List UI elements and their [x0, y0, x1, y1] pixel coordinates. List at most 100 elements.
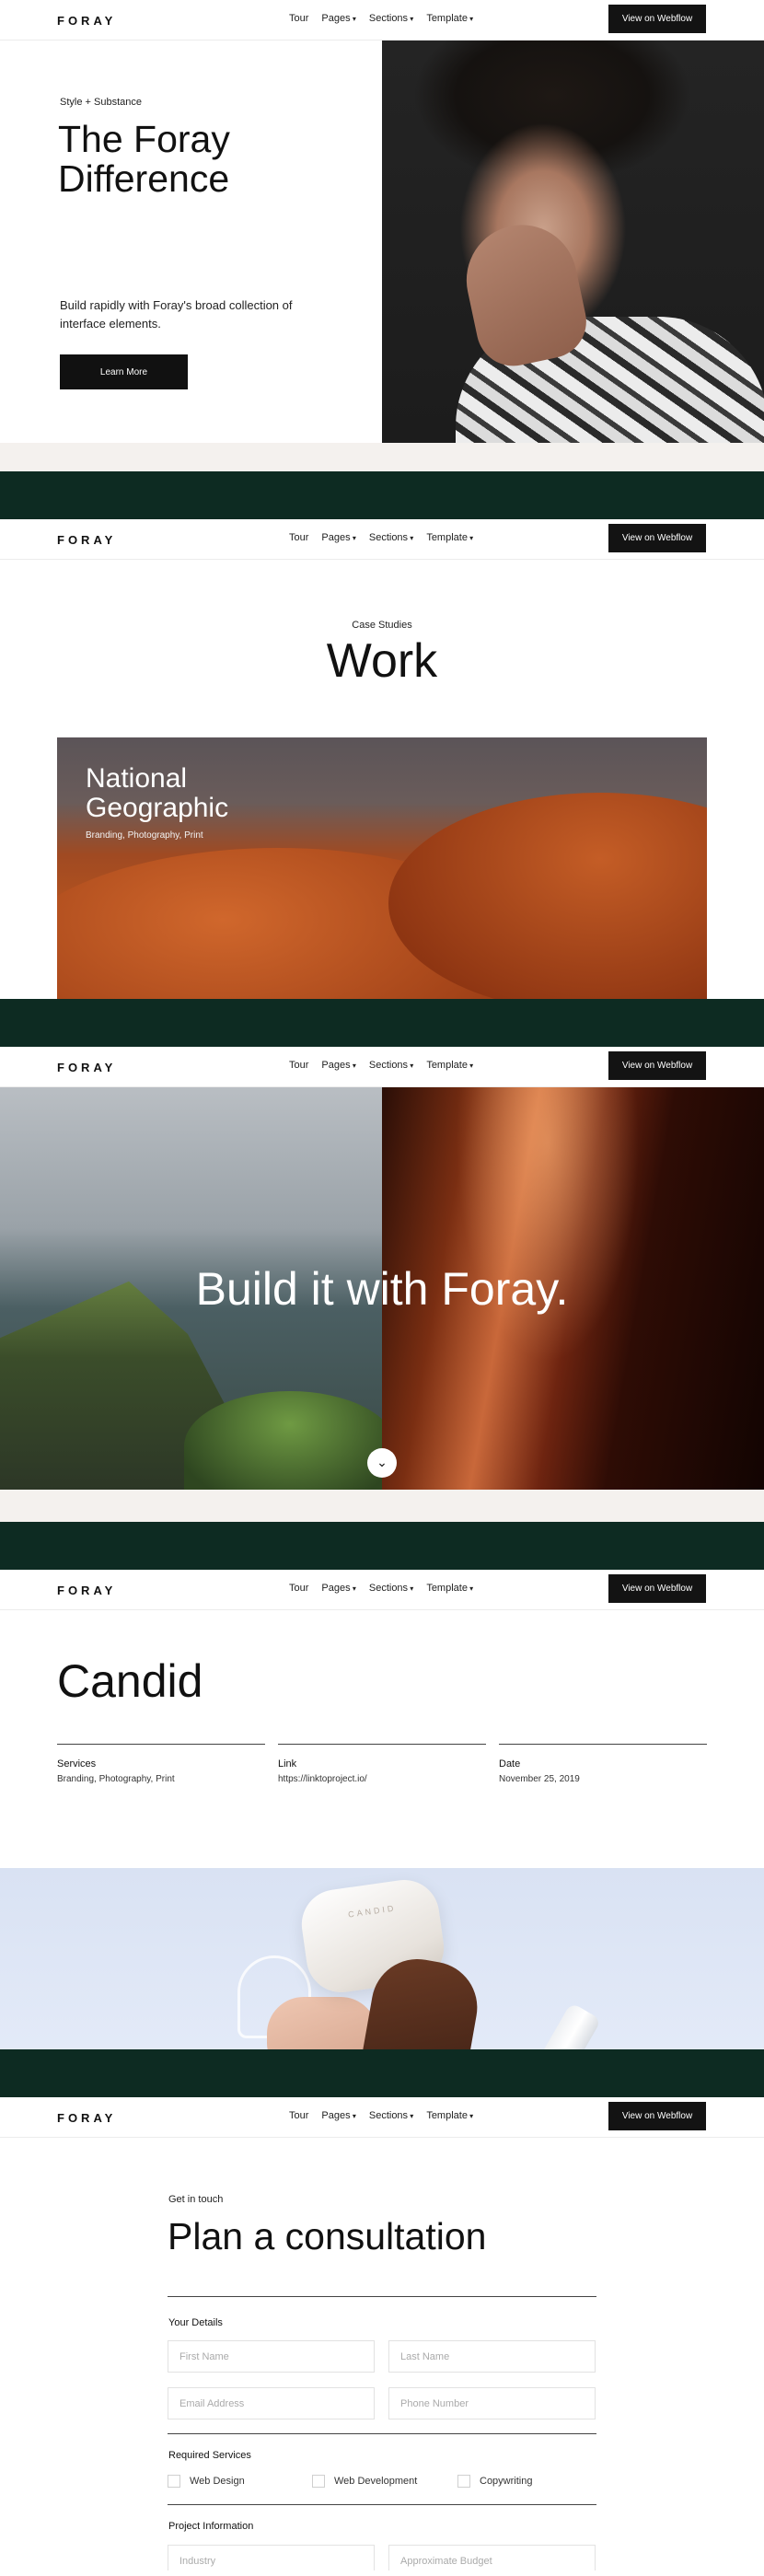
build-headline: Build it with Foray. [195, 1263, 569, 1315]
chevron-down-icon: ⌄ [376, 1456, 388, 1470]
hero-text: Style + Substance The Foray Difference B… [0, 41, 382, 443]
hero-portrait-image [382, 41, 764, 443]
nav-link-template[interactable]: Template [426, 1060, 473, 1071]
work-section: Case Studies Work National Geographic Br… [0, 560, 764, 999]
checkbox-label: Copywriting [480, 2476, 533, 2487]
nav-link-tour[interactable]: Tour [289, 13, 308, 24]
work-eyebrow: Case Studies [352, 620, 412, 631]
hero-description: Build rapidly with Foray's broad collect… [60, 298, 293, 331]
learn-more-button[interactable]: Learn More [60, 354, 188, 389]
first-name-field[interactable]: First Name [168, 2340, 375, 2373]
nav-link-tour[interactable]: Tour [289, 1583, 308, 1594]
required-services-label: Required Services [168, 2450, 251, 2461]
logo[interactable]: FORAY [57, 2111, 116, 2125]
view-on-webflow-button[interactable]: View on Webflow [608, 1051, 706, 1080]
nav-link-sections[interactable]: Sections [369, 532, 413, 543]
detail-label: Services [57, 1758, 97, 1770]
hand-shape [267, 1997, 377, 2049]
contact-section: Get in touch Plan a consultation Your De… [0, 2138, 764, 2570]
detail-label: Link [278, 1758, 297, 1770]
nav-link-pages[interactable]: Pages [321, 2110, 355, 2121]
portrait-hand [456, 215, 594, 373]
hero-eyebrow: Style + Substance [60, 97, 142, 108]
divider-band [0, 1522, 764, 1570]
checkbox[interactable] [168, 2475, 180, 2488]
project-title: Candid [57, 1655, 203, 1707]
section-spacer [0, 1490, 764, 1522]
nav-link-template[interactable]: Template [426, 13, 473, 24]
checkbox-label: Web Design [190, 2476, 245, 2487]
your-details-label: Your Details [168, 2317, 223, 2328]
detail-label: Date [499, 1758, 521, 1770]
service-checkbox-web-development[interactable]: Web Development [312, 2475, 417, 2488]
project-information-label: Project Information [168, 2521, 254, 2532]
logo[interactable]: FORAY [57, 1061, 116, 1074]
top-nav: FORAY Tour Pages Sections Template View … [0, 2097, 764, 2138]
nav-links: Tour Pages Sections Template [289, 1060, 473, 1071]
nav-links: Tour Pages Sections Template [289, 532, 473, 543]
nav-link-sections[interactable]: Sections [369, 1583, 413, 1594]
nav-link-pages[interactable]: Pages [321, 532, 355, 543]
work-title: Work [326, 634, 438, 688]
hero-title: The Foray Difference [58, 118, 230, 200]
checkbox-label: Web Development [334, 2476, 418, 2487]
last-name-field[interactable]: Last Name [388, 2340, 596, 2373]
divider-band [0, 471, 764, 519]
logo[interactable]: FORAY [57, 533, 116, 547]
nav-links: Tour Pages Sections Template [289, 1583, 473, 1594]
nav-link-sections[interactable]: Sections [369, 2110, 413, 2121]
view-on-webflow-button[interactable]: View on Webflow [608, 5, 706, 33]
hero-section: Style + Substance The Foray Difference B… [0, 41, 764, 443]
nav-link-template[interactable]: Template [426, 2110, 473, 2121]
nav-link-tour[interactable]: Tour [289, 532, 308, 543]
project-detail-services: Services Branding, Photography, Print [57, 1744, 265, 1784]
divider [168, 2504, 596, 2505]
nav-link-pages[interactable]: Pages [321, 13, 355, 24]
project-link[interactable]: https://linktoproject.io/ [278, 1774, 486, 1784]
product-photo: CANDID [0, 1868, 764, 2049]
project-section: Candid Services Branding, Photography, P… [0, 1610, 764, 2049]
logo[interactable]: FORAY [57, 1584, 116, 1597]
logo[interactable]: FORAY [57, 14, 116, 28]
top-nav: FORAY Tour Pages Sections Template View … [0, 1047, 764, 1087]
email-field[interactable]: Email Address [168, 2387, 375, 2419]
project-detail-date: Date November 25, 2019 [499, 1744, 707, 1784]
nav-link-pages[interactable]: Pages [321, 1583, 355, 1594]
divider-band [0, 999, 764, 1047]
phone-field[interactable]: Phone Number [388, 2387, 596, 2419]
contact-eyebrow: Get in touch [168, 2194, 224, 2205]
nav-link-tour[interactable]: Tour [289, 1060, 308, 1071]
service-checkbox-copywriting[interactable]: Copywriting [457, 2475, 532, 2488]
view-on-webflow-button[interactable]: View on Webflow [608, 524, 706, 552]
nav-link-template[interactable]: Template [426, 532, 473, 543]
view-on-webflow-button[interactable]: View on Webflow [608, 1574, 706, 1603]
view-on-webflow-button[interactable]: View on Webflow [608, 2102, 706, 2130]
service-checkbox-web-design[interactable]: Web Design [168, 2475, 245, 2488]
grass-shape [184, 1391, 396, 1490]
checkbox[interactable] [312, 2475, 325, 2488]
case-study-title: National Geographic [86, 763, 229, 823]
build-section: Build it with Foray. ⌄ [0, 1087, 764, 1490]
nav-link-tour[interactable]: Tour [289, 2110, 308, 2121]
budget-field[interactable]: Approximate Budget [388, 2545, 596, 2570]
detail-value: Branding, Photography, Print [57, 1774, 175, 1784]
nav-links: Tour Pages Sections Template [289, 2110, 473, 2121]
scroll-down-button[interactable]: ⌄ [367, 1448, 397, 1478]
checkbox[interactable] [457, 2475, 470, 2488]
case-study-card[interactable]: National Geographic Branding, Photograph… [57, 737, 707, 999]
divider [168, 2296, 596, 2297]
nav-links: Tour Pages Sections Template [289, 13, 473, 24]
top-nav: FORAY Tour Pages Sections Template View … [0, 519, 764, 560]
industry-field[interactable]: Industry [168, 2545, 375, 2570]
nav-link-pages[interactable]: Pages [321, 1060, 355, 1071]
nav-link-sections[interactable]: Sections [369, 13, 413, 24]
divider [168, 2433, 596, 2434]
divider-band [0, 2049, 764, 2097]
canyon-glow [456, 1087, 640, 1363]
project-detail-link: Link https://linktoproject.io/ [278, 1744, 486, 1784]
top-nav: FORAY Tour Pages Sections Template View … [0, 1570, 764, 1610]
top-nav: FORAY Tour Pages Sections Template View … [0, 0, 764, 41]
nav-link-sections[interactable]: Sections [369, 1060, 413, 1071]
nav-link-template[interactable]: Template [426, 1583, 473, 1594]
detail-value: November 25, 2019 [499, 1774, 580, 1784]
